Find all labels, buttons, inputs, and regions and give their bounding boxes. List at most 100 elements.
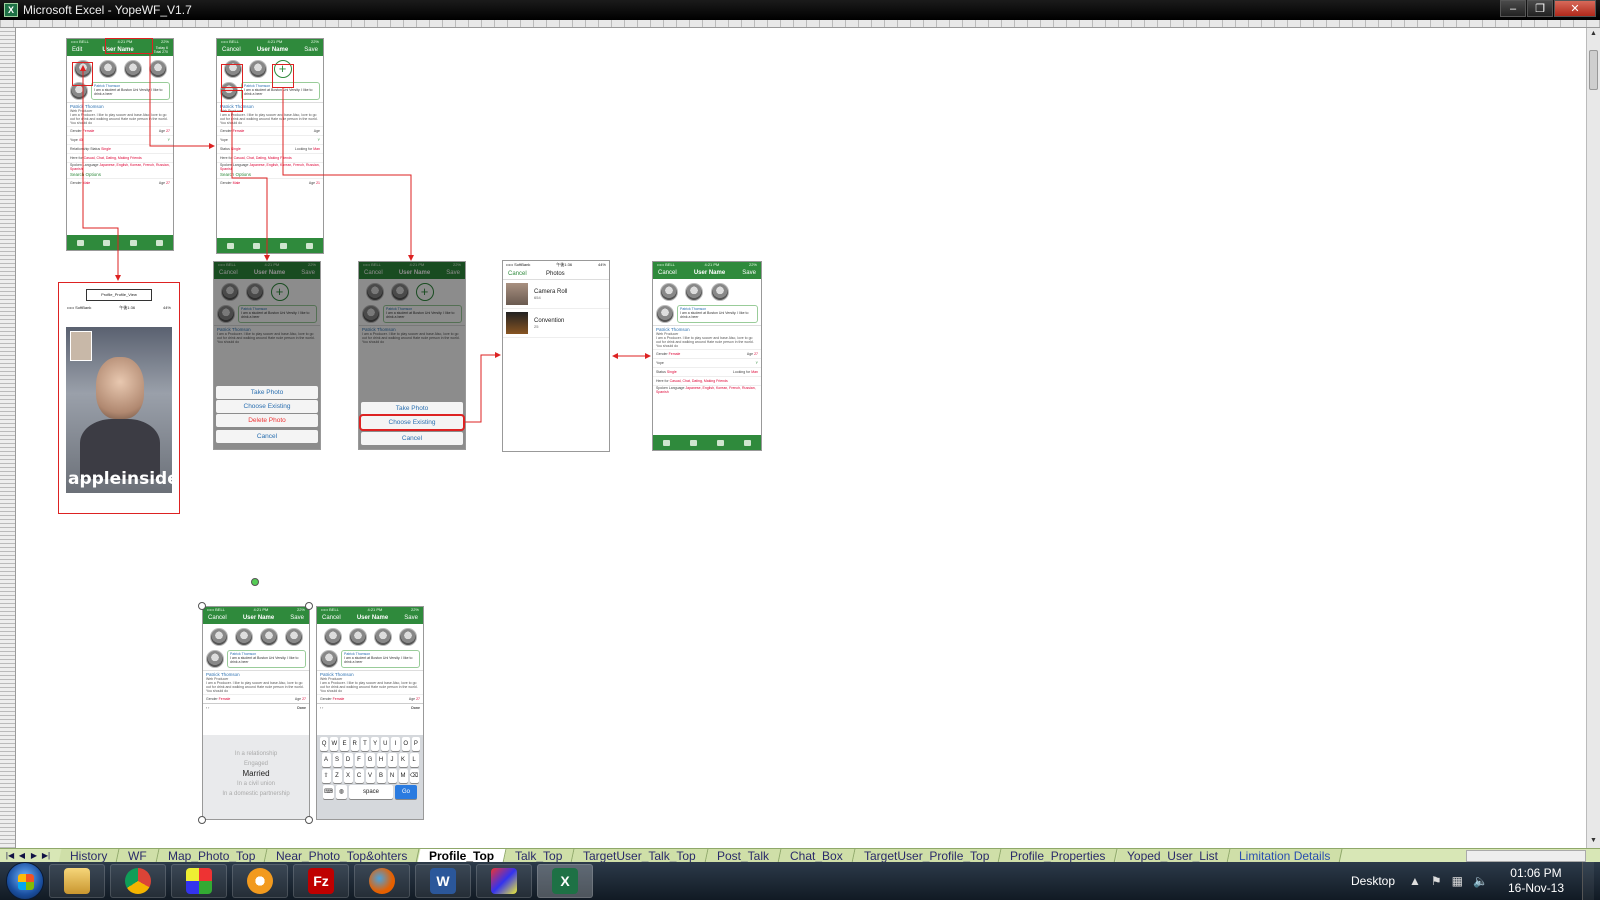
avatar[interactable] xyxy=(123,60,142,78)
tab-bar[interactable] xyxy=(217,238,323,253)
scroll-down-icon[interactable]: ▼ xyxy=(1589,837,1598,846)
take-photo-button[interactable]: Take Photo xyxy=(216,386,318,399)
key[interactable]: F xyxy=(354,753,364,767)
key[interactable]: J xyxy=(387,753,397,767)
cancel-button[interactable]: Cancel xyxy=(216,430,318,443)
network-icon[interactable]: ▦ xyxy=(1452,874,1463,888)
relationship-picker[interactable]: In a relationship Engaged Married In a c… xyxy=(203,735,309,819)
key[interactable]: I xyxy=(391,737,400,751)
phone-action-sheet-choose[interactable]: ••••• BELL 4:21 PM 22% Cancel User Name Save… xyxy=(358,261,466,450)
restore-button[interactable]: ❐ xyxy=(1527,0,1553,17)
key[interactable]: C xyxy=(354,769,364,783)
taskbar-word[interactable]: W xyxy=(415,864,471,898)
key[interactable]: M xyxy=(398,769,408,783)
taskbar-settings[interactable] xyxy=(232,864,288,898)
last-sheet-icon[interactable]: ▶| xyxy=(40,851,52,860)
prev-sheet-icon[interactable]: ◀ xyxy=(16,851,28,860)
key[interactable]: Z xyxy=(332,769,342,783)
sheet-tab-yoped-user-list[interactable]: Yoped_User_List xyxy=(1115,848,1231,863)
start-button[interactable] xyxy=(6,862,44,900)
key[interactable]: N xyxy=(387,769,397,783)
phone-relationship-picker[interactable]: ••••• BELL 4:21 PM 22% Cancel User Name Save… xyxy=(202,606,310,820)
taskbar-apps[interactable] xyxy=(171,864,227,898)
sheet-tab-profile-properties[interactable]: Profile_Properties xyxy=(998,848,1119,863)
minimize-button[interactable]: – xyxy=(1500,0,1526,17)
row-header-ruler[interactable] xyxy=(0,28,16,848)
avatar[interactable] xyxy=(248,60,267,78)
sheet-tab-map-photo-top[interactable]: Map_Photo_Top xyxy=(156,848,268,863)
first-sheet-icon[interactable]: |◀ xyxy=(4,851,16,860)
edit-link[interactable]: Edit xyxy=(72,47,82,53)
worksheet-canvas[interactable]: ••••• BELL 4:21 PM 22% Edit User Name Toda… xyxy=(17,28,1585,848)
vertical-scrollbar[interactable]: ▲ ▼ xyxy=(1586,28,1600,848)
action-center-icon[interactable]: ⚑ xyxy=(1431,874,1442,888)
space-key[interactable]: space xyxy=(349,785,393,799)
cancel-button[interactable]: Cancel xyxy=(361,432,463,445)
show-desktop-button[interactable] xyxy=(1582,862,1594,900)
taskbar-paint[interactable] xyxy=(476,864,532,898)
tab-bar[interactable] xyxy=(67,235,173,250)
phone-edit-profile-updated[interactable]: ••••• BELL 4:21 PM 22% Cancel User Name Save… xyxy=(652,261,762,451)
cancel-link[interactable]: Cancel xyxy=(508,271,527,277)
go-key[interactable]: Go xyxy=(395,785,417,799)
sheet-tab-profile-top[interactable]: Profile_Top xyxy=(417,848,507,863)
taskbar-explorer[interactable] xyxy=(49,864,105,898)
scroll-up-icon[interactable]: ▲ xyxy=(1589,30,1598,39)
key[interactable]: G xyxy=(365,753,375,767)
tab-bar[interactable] xyxy=(653,435,761,450)
key[interactable]: D xyxy=(343,753,353,767)
thumbnail[interactable] xyxy=(70,331,92,361)
done-button[interactable]: Done xyxy=(297,706,306,710)
choose-existing-button[interactable]: Choose Existing xyxy=(359,414,465,431)
taskbar-firefox[interactable] xyxy=(354,864,410,898)
delete-photo-button[interactable]: Delete Photo xyxy=(216,414,318,427)
key[interactable]: A xyxy=(321,753,331,767)
sheet-tab-history[interactable]: History xyxy=(58,848,120,863)
horizontal-scrollbar[interactable] xyxy=(1466,850,1586,862)
tray-expand-icon[interactable]: ▲ xyxy=(1409,874,1421,888)
key[interactable]: S xyxy=(332,753,342,767)
taskbar-chrome[interactable] xyxy=(110,864,166,898)
key[interactable]: R xyxy=(350,737,359,751)
next-sheet-icon[interactable]: ▶ xyxy=(28,851,40,860)
key[interactable]: B xyxy=(376,769,386,783)
phone-profile-view[interactable]: Profile_Profile_View ••••• SoftBank 午後1:3… xyxy=(58,282,180,514)
key[interactable]: Y xyxy=(371,737,380,751)
avatar[interactable] xyxy=(148,60,167,78)
key[interactable]: E xyxy=(340,737,349,751)
key[interactable]: H xyxy=(376,753,386,767)
key[interactable]: T xyxy=(360,737,369,751)
taskbar-filezilla[interactable]: Fz xyxy=(293,864,349,898)
key[interactable]: X xyxy=(343,769,353,783)
sheet-tab-limitation-details[interactable]: Limitation Details xyxy=(1227,848,1343,863)
key[interactable]: V xyxy=(365,769,375,783)
key[interactable]: ⌫ xyxy=(409,769,419,783)
phone-action-sheet-delete[interactable]: ••••• BELL 4:21 PM 22% Cancel User Name Save… xyxy=(213,261,321,450)
column-header-ruler[interactable] xyxy=(0,20,1600,28)
keyboard[interactable]: QWERTYUIOP ASDFGHJKL ⇧ Z X C V B N M ⌫ ⌨ ◍ space … xyxy=(317,735,423,819)
volume-icon[interactable]: 🔈 xyxy=(1473,874,1488,888)
phone-keyboard[interactable]: ••••• BELL 4:21 PM 22% Cancel User Name Save… xyxy=(316,606,424,820)
album-camera-roll[interactable]: Camera Roll 654 xyxy=(503,280,609,309)
resize-handle[interactable] xyxy=(305,602,313,610)
key[interactable]: Q xyxy=(319,737,329,751)
desktop-toolbar[interactable]: Desktop xyxy=(1351,874,1395,888)
sheet-tab-targetuser-talk-top[interactable]: TargetUser_Talk_Top xyxy=(571,848,709,863)
sheet-tab-chat-box[interactable]: Chat_Box xyxy=(778,848,856,863)
key[interactable]: L xyxy=(409,753,419,767)
done-button[interactable]: Done xyxy=(411,706,420,710)
close-button[interactable]: ✕ xyxy=(1554,0,1596,17)
key[interactable]: K xyxy=(398,753,408,767)
take-photo-button[interactable]: Take Photo xyxy=(361,402,463,415)
key[interactable]: P xyxy=(411,737,421,751)
key[interactable]: W xyxy=(330,737,339,751)
key[interactable]: ⇧ xyxy=(321,769,331,783)
sheet-tab-post-talk[interactable]: Post_Talk xyxy=(705,848,782,863)
key[interactable]: U xyxy=(381,737,390,751)
phone-photos-list[interactable]: ••••• SoftBank 午後1:36 44% Cancel Photos Ca… xyxy=(502,260,610,452)
album-convention[interactable]: Convention 25 xyxy=(503,309,609,338)
scroll-thumb[interactable] xyxy=(1589,50,1598,90)
avatar[interactable] xyxy=(98,60,117,78)
key[interactable]: O xyxy=(401,737,410,751)
taskbar-excel[interactable]: X xyxy=(537,864,593,898)
